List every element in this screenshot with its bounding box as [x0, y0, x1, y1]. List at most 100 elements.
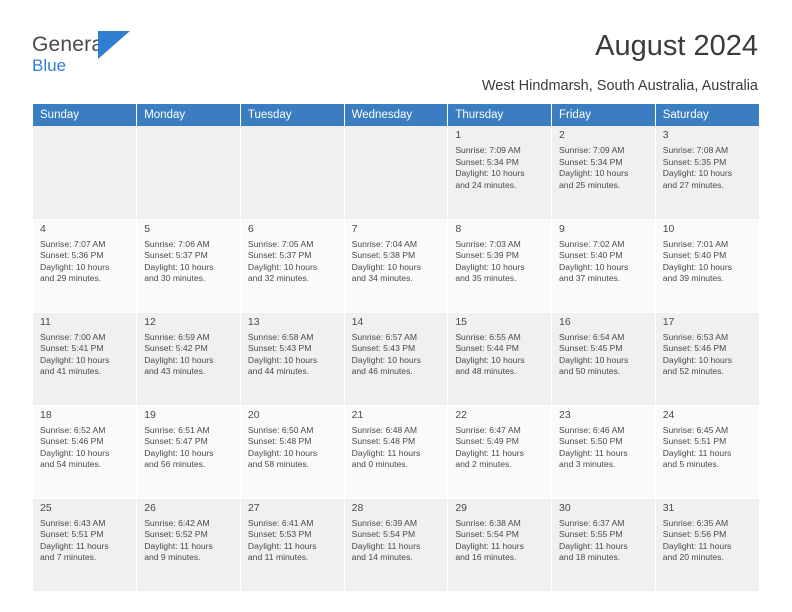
calendar-day-cell[interactable]: 26 Sunrise: 6:42 AM Sunset: 5:52 PM Dayligh…: [136, 498, 241, 592]
calendar-day-detail-line: Sunrise: 7:03 AM: [455, 238, 521, 249]
calendar-day-detail-line: Daylight: 11 hours: [455, 540, 524, 551]
calendar-day-cell[interactable]: 28 Sunrise: 6:39 AM Sunset: 5:54 PM Dayligh…: [344, 498, 449, 592]
calendar-day-cell[interactable]: 20 Sunrise: 6:50 AM Sunset: 5:48 PM Dayligh…: [240, 405, 345, 499]
calendar-day-cell[interactable]: 27 Sunrise: 6:41 AM Sunset: 5:53 PM Dayligh…: [240, 498, 345, 592]
calendar-day-cell[interactable]: 7 Sunrise: 7:04 AM Sunset: 5:38 PM Daylight…: [344, 219, 449, 313]
calendar-day-cell[interactable]: 21 Sunrise: 6:48 AM Sunset: 5:48 PM Dayligh…: [344, 405, 449, 499]
calendar-day-detail-line: Daylight: 11 hours: [559, 540, 628, 551]
calendar-day-detail-line: Daylight: 11 hours: [351, 540, 421, 551]
calendar-day-detail-line: and 29 minutes.: [40, 273, 102, 284]
calendar-day-detail-line: and 0 minutes.: [351, 459, 408, 470]
calendar-week-row: 18 Sunrise: 6:52 AM Sunset: 5:46 PM Dayligh…: [33, 405, 759, 499]
calendar-day-detail-line: Daylight: 11 hours: [662, 447, 732, 458]
month-calendar: Sunday Monday Tuesday Wednesday Thursday…: [33, 104, 759, 592]
calendar-day-detail-line: and 5 minutes.: [662, 459, 720, 470]
calendar-day-cell[interactable]: 8 Sunrise: 7:03 AM Sunset: 5:39 PM Daylight…: [447, 219, 553, 313]
calendar-day-detail-line: Sunset: 5:40 PM: [559, 250, 623, 261]
calendar-day-detail-line: Sunset: 5:56 PM: [662, 529, 727, 540]
calendar-day-detail-line: Daylight: 11 hours: [351, 447, 421, 458]
calendar-day-cell[interactable]: 3 Sunrise: 7:08 AM Sunset: 5:35 PM Daylight…: [655, 126, 759, 220]
calendar-day-cell[interactable]: 16 Sunrise: 6:54 AM Sunset: 5:45 PM Dayligh…: [551, 312, 656, 406]
calendar-day-cell[interactable]: 24 Sunrise: 6:45 AM Sunset: 5:51 PM Dayligh…: [655, 405, 759, 499]
calendar-day-detail-line: and 50 minutes.: [559, 366, 621, 377]
calendar-day-cell[interactable]: 13 Sunrise: 6:58 AM Sunset: 5:43 PM Dayligh…: [240, 312, 345, 406]
calendar-page: General Blue August 2024 West Hindmarsh,…: [0, 0, 792, 612]
page-location: West Hindmarsh, South Australia, Austral…: [481, 78, 758, 94]
calendar-day-cell[interactable]: 4 Sunrise: 7:07 AM Sunset: 5:36 PM Daylight…: [33, 219, 138, 313]
calendar-day-cell[interactable]: 30 Sunrise: 6:37 AM Sunset: 5:55 PM Dayligh…: [551, 498, 656, 592]
calendar-day-cell[interactable]: 2 Sunrise: 7:09 AM Sunset: 5:34 PM Daylight…: [551, 126, 656, 220]
calendar-day-number: 16: [559, 315, 571, 328]
calendar-day-cell[interactable]: 19 Sunrise: 6:51 AM Sunset: 5:47 PM Dayligh…: [136, 405, 241, 499]
calendar-day-cell[interactable]: 12 Sunrise: 6:59 AM Sunset: 5:42 PM Dayligh…: [136, 312, 241, 406]
calendar-day-detail-line: Sunrise: 6:54 AM: [559, 331, 625, 342]
calendar-day-cell[interactable]: 6 Sunrise: 7:05 AM Sunset: 5:37 PM Daylight…: [240, 219, 345, 313]
calendar-day-detail-line: Sunset: 5:38 PM: [351, 250, 416, 261]
page-header: General Blue August 2024 West Hindmarsh,…: [0, 0, 792, 96]
calendar-day-cell[interactable]: 23 Sunrise: 6:46 AM Sunset: 5:50 PM Dayligh…: [551, 405, 656, 499]
calendar-day-detail-line: Daylight: 11 hours: [40, 540, 109, 551]
calendar-day-detail-line: Sunrise: 6:42 AM: [144, 517, 210, 528]
calendar-day-detail-line: Daylight: 10 hours: [247, 261, 318, 272]
calendar-day-cell[interactable]: 31 Sunrise: 6:35 AM Sunset: 5:56 PM Dayligh…: [655, 498, 759, 592]
calendar-day-cell[interactable]: 11 Sunrise: 7:00 AM Sunset: 5:41 PM Dayligh…: [33, 312, 138, 406]
calendar-day-detail-line: Sunset: 5:34 PM: [455, 156, 519, 167]
calendar-day-detail-line: Sunrise: 6:41 AM: [247, 517, 314, 528]
calendar-day-cell[interactable]: 17 Sunrise: 6:53 AM Sunset: 5:46 PM Dayligh…: [655, 312, 759, 406]
calendar-day-detail-line: Sunrise: 6:43 AM: [40, 517, 106, 528]
calendar-day-cell[interactable]: 22 Sunrise: 6:47 AM Sunset: 5:49 PM Dayligh…: [447, 405, 553, 499]
calendar-day-number: 9: [559, 222, 565, 235]
calendar-day-detail-line: Daylight: 10 hours: [662, 261, 732, 272]
calendar-day-detail-line: Sunset: 5:35 PM: [662, 156, 727, 167]
calendar-day-cell[interactable]: 1 Sunrise: 7:09 AM Sunset: 5:34 PM Daylight…: [447, 126, 553, 220]
calendar-day-detail-line: Sunset: 5:43 PM: [247, 343, 312, 354]
calendar-day-detail-line: Daylight: 10 hours: [662, 354, 732, 365]
calendar-day-empty: [344, 126, 449, 220]
calendar-day-detail-line: Sunset: 5:40 PM: [662, 250, 727, 261]
calendar-day-number: 6: [247, 222, 254, 235]
calendar-week-row: 1 Sunrise: 7:09 AM Sunset: 5:34 PM Daylight…: [33, 126, 759, 220]
calendar-day-detail-line: Sunset: 5:45 PM: [559, 343, 623, 354]
calendar-day-number: 21: [351, 408, 364, 421]
calendar-day-empty: [33, 126, 138, 220]
calendar-day-details: Sunrise: 6:45 AM Sunset: 5:51 PM Daylight:…: [663, 425, 754, 471]
weekday-header-thursday: Thursday: [447, 104, 553, 126]
calendar-day-detail-line: and 27 minutes.: [662, 179, 724, 190]
calendar-day-details: Sunrise: 6:37 AM Sunset: 5:55 PM Daylight:…: [559, 518, 650, 564]
calendar-day-detail-line: Sunrise: 6:53 AM: [662, 331, 729, 342]
calendar-day-detail-line: Sunset: 5:46 PM: [40, 436, 104, 447]
calendar-day-cell[interactable]: 29 Sunrise: 6:38 AM Sunset: 5:54 PM Dayligh…: [447, 498, 553, 592]
calendar-day-detail-line: Daylight: 10 hours: [40, 354, 110, 365]
calendar-day-cell[interactable]: 14 Sunrise: 6:57 AM Sunset: 5:43 PM Dayligh…: [344, 312, 449, 406]
calendar-day-number: 31: [662, 501, 675, 514]
calendar-day-cell[interactable]: 10 Sunrise: 7:01 AM Sunset: 5:40 PM Dayligh…: [655, 219, 759, 313]
calendar-day-details: Sunrise: 6:43 AM Sunset: 5:51 PM Daylight:…: [40, 518, 131, 564]
calendar-day-detail-line: Sunrise: 7:06 AM: [144, 238, 210, 249]
calendar-day-detail-line: Sunset: 5:52 PM: [144, 529, 208, 540]
calendar-day-detail-line: Sunrise: 7:05 AM: [247, 238, 314, 249]
calendar-day-number: 22: [455, 408, 467, 421]
calendar-day-cell[interactable]: 15 Sunrise: 6:55 AM Sunset: 5:44 PM Dayligh…: [447, 312, 553, 406]
calendar-day-detail-line: and 9 minutes.: [144, 552, 201, 563]
calendar-day-cell[interactable]: 18 Sunrise: 6:52 AM Sunset: 5:46 PM Dayligh…: [33, 405, 138, 499]
calendar-day-details: Sunrise: 6:46 AM Sunset: 5:50 PM Daylight:…: [559, 425, 650, 471]
calendar-day-detail-line: Sunset: 5:43 PM: [351, 343, 416, 354]
calendar-day-detail-line: and 3 minutes.: [559, 459, 616, 470]
calendar-day-cell[interactable]: 9 Sunrise: 7:02 AM Sunset: 5:40 PM Daylight…: [551, 219, 656, 313]
weekday-header-sunday: Sunday: [33, 104, 138, 126]
calendar-day-detail-line: Sunrise: 6:59 AM: [144, 331, 210, 342]
calendar-day-cell[interactable]: 5 Sunrise: 7:06 AM Sunset: 5:37 PM Daylight…: [136, 219, 241, 313]
calendar-day-detail-line: Sunrise: 7:01 AM: [662, 238, 729, 249]
calendar-day-number: 13: [247, 315, 260, 328]
calendar-day-detail-line: Sunrise: 7:04 AM: [351, 238, 418, 249]
calendar-day-detail-line: Sunset: 5:51 PM: [40, 529, 104, 540]
calendar-day-number: 19: [144, 408, 156, 421]
calendar-day-detail-line: and 16 minutes.: [455, 552, 517, 563]
calendar-day-detail-line: Sunrise: 7:09 AM: [559, 145, 625, 155]
calendar-day-number: 17: [662, 315, 675, 328]
calendar-day-detail-line: Daylight: 10 hours: [247, 354, 318, 365]
calendar-day-cell[interactable]: 25 Sunrise: 6:43 AM Sunset: 5:51 PM Dayligh…: [33, 498, 138, 592]
calendar-day-detail-line: and 7 minutes.: [40, 552, 97, 563]
blue-flag-icon: [98, 31, 130, 59]
calendar-day-detail-line: Sunrise: 6:51 AM: [144, 424, 210, 435]
